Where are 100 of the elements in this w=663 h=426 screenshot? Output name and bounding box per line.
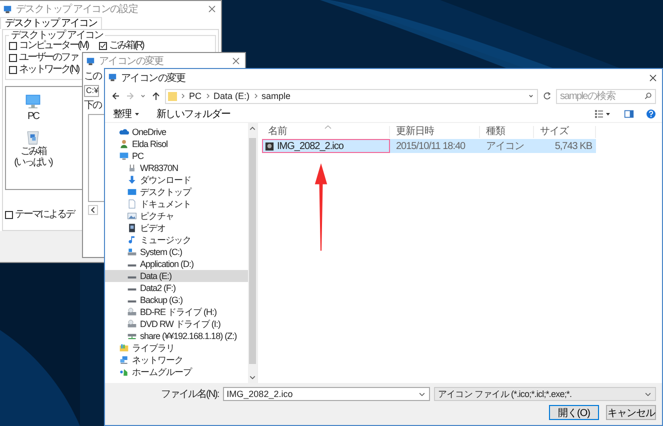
nav-item[interactable]: WR8370N (105, 162, 248, 174)
file-name-field[interactable]: IMG_2082_2.ico (222, 387, 430, 401)
caret-icon[interactable] (418, 390, 426, 398)
dialog-button[interactable]: 開く(O) (549, 405, 599, 420)
checkbox[interactable] (9, 66, 17, 74)
chevron-icon (252, 93, 259, 99)
caret-icon[interactable] (139, 92, 147, 100)
field-label: ファイル名(N): (161, 388, 219, 401)
library-icon (119, 343, 129, 353)
table-cell-text: 5,743 KB (554, 140, 593, 152)
nav-item[interactable]: BD-RE ドライブ (H:) (105, 306, 248, 318)
document-icon (127, 199, 137, 209)
tab[interactable]: デスクトップ アイコン (0, 17, 102, 29)
column-header[interactable]: 種類 (480, 126, 534, 138)
checkbox[interactable] (9, 42, 17, 50)
monitor-icon (119, 151, 129, 161)
nav-item[interactable]: ホームグループ (105, 366, 248, 378)
toolbar-button[interactable]: 新しいフォルダー (154, 107, 232, 121)
nav-item[interactable]: Application (D:) (105, 258, 248, 270)
nav-item[interactable]: Elda Risol (105, 138, 248, 150)
toolbar-button[interactable]: 整理 (111, 107, 142, 121)
scrollbar[interactable] (248, 123, 257, 383)
system-drive-icon (127, 247, 137, 257)
icon-label: (いっぱい) (14, 157, 52, 168)
column-header[interactable]: 名前 (262, 126, 390, 138)
checkbox-label: テーマによるデ (15, 210, 74, 220)
breadcrumb[interactable]: sample (262, 91, 291, 101)
close-icon[interactable] (649, 74, 657, 82)
checkbox[interactable] (99, 42, 107, 50)
network-icon (119, 355, 129, 365)
download-arrow-icon (127, 175, 137, 185)
checkbox-label: コンピューター(M) (19, 41, 88, 51)
network-drive-icon (127, 331, 137, 341)
nav-item[interactable]: Data2 (F:) (105, 282, 248, 294)
folder-icon (168, 90, 177, 102)
desktop-icon (127, 187, 137, 197)
nav-item[interactable]: share (¥¥192.168.1.18) (Z:) (105, 330, 248, 342)
checkbox[interactable] (5, 211, 13, 219)
breadcrumb[interactable]: Data (E:) (214, 91, 250, 101)
address-bar[interactable]: PC Data (E:) sample (165, 88, 538, 104)
dialog-button[interactable]: キャンセル (606, 405, 656, 420)
group-title: デスクトップ アイコン (10, 30, 104, 41)
close-icon[interactable] (232, 57, 240, 65)
monitor-icon[interactable] (24, 93, 42, 111)
preview-pane-icon[interactable] (624, 109, 634, 119)
sort-caret-icon (324, 125, 332, 129)
instruction-text: 下の (84, 100, 101, 111)
instruction-text: この (84, 71, 101, 82)
scroll-left-icon[interactable] (88, 205, 98, 215)
column-header[interactable]: 更新日時 (390, 126, 480, 138)
close-icon[interactable] (208, 5, 216, 13)
nav-item[interactable]: OneDrive (105, 126, 248, 138)
checkbox-label: ネットワーク(N) (19, 65, 78, 75)
cloud-icon (119, 127, 129, 137)
nav-item[interactable]: Backup (G:) (105, 294, 248, 306)
scroll-down-icon[interactable] (249, 374, 256, 381)
nav-item[interactable]: ネットワーク (105, 354, 248, 366)
chevron-icon (204, 93, 211, 99)
nav-item[interactable]: デスクトップ (105, 186, 248, 198)
nav-item[interactable]: ミュージック (105, 234, 248, 246)
nav-item[interactable]: PC (105, 150, 248, 162)
picture-icon (127, 211, 137, 221)
nav-item[interactable]: DVD RW ドライブ (I:) (105, 318, 248, 330)
icon-label: ごみ箱 (20, 146, 46, 157)
film-icon (127, 223, 137, 233)
up-arrow-icon[interactable] (151, 91, 161, 101)
optical-drive-icon (127, 307, 137, 317)
table-cell-text: 2015/10/11 18:40 (395, 140, 466, 152)
chevron-icon (180, 93, 186, 99)
help-icon[interactable] (646, 109, 656, 119)
refresh-icon[interactable] (542, 91, 552, 101)
caret-icon[interactable] (527, 92, 535, 100)
path-field[interactable]: C:¥ (84, 85, 99, 97)
caret-icon[interactable] (644, 390, 652, 398)
monitor-icon (108, 73, 117, 82)
file-type-dropdown[interactable]: アイコン ファイル (*.ico;*.icl;*.exe;*. (434, 387, 656, 401)
nav-item[interactable]: System (C:) (105, 246, 248, 258)
window-title: デスクトップ アイコンの設定 (16, 2, 138, 16)
file-row[interactable]: IMG_2082_2.ico 2015/10/11 18:40 アイコン 5,743 KB (262, 139, 596, 153)
breadcrumb[interactable]: PC (189, 91, 202, 101)
icon-label: PC (28, 111, 38, 122)
monitor-icon (3, 4, 12, 14)
optical-drive-icon (127, 319, 137, 329)
caret-icon (134, 111, 140, 117)
nav-item[interactable]: ライブラリ (105, 342, 248, 354)
nav-item[interactable]: Data (E:) (105, 270, 248, 282)
person-icon (119, 139, 129, 149)
monitor-icon (86, 56, 95, 66)
window-title: アイコンの変更 (121, 72, 186, 84)
nav-item[interactable]: ビデオ (105, 222, 248, 234)
column-header[interactable]: サイズ (534, 126, 596, 138)
back-arrow-icon[interactable] (111, 91, 121, 101)
nav-item[interactable]: ピクチャ (105, 210, 248, 222)
homegroup-icon (119, 367, 129, 377)
nav-item[interactable]: ダウンロード (105, 174, 248, 186)
checkbox[interactable] (9, 54, 17, 62)
nav-item[interactable]: ドキュメント (105, 198, 248, 210)
checkbox-label: ユーザーのファ (19, 53, 78, 63)
view-options-icon[interactable] (594, 109, 612, 119)
scroll-up-icon[interactable] (249, 125, 256, 132)
